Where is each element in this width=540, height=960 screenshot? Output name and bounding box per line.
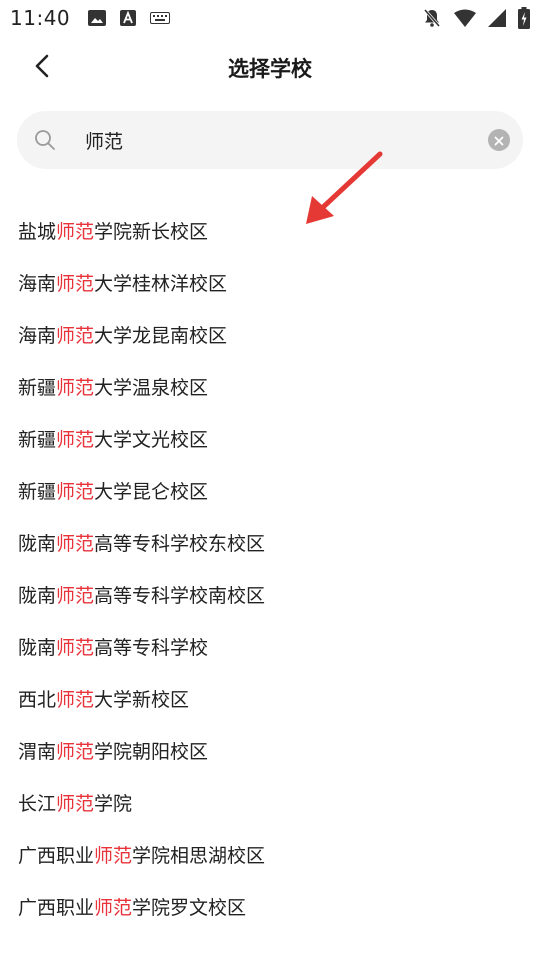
list-item[interactable]: 新疆 师范 大学文光校区 (0, 412, 540, 464)
item-match-highlight: 师范 (56, 428, 95, 451)
item-prefix: 新疆 (18, 376, 57, 399)
item-match-highlight: 师范 (56, 376, 95, 399)
item-suffix: 大学桂林洋校区 (94, 272, 228, 295)
item-prefix: 广西职业 (18, 896, 95, 919)
signal-icon (488, 9, 506, 27)
item-match-highlight: 师范 (56, 480, 95, 503)
item-match-highlight: 师范 (56, 272, 95, 295)
item-match-highlight: 师范 (94, 844, 133, 867)
text-a-icon (120, 10, 137, 26)
item-prefix: 新疆 (18, 428, 57, 451)
list-item[interactable]: 陇南 师范 高等专科学校东校区 (0, 516, 540, 568)
item-prefix: 长江 (18, 792, 57, 815)
item-prefix: 新疆 (18, 480, 57, 503)
status-right-icons (422, 0, 530, 36)
list-item[interactable]: 陇南 师范 高等专科学校南校区 (0, 568, 540, 620)
battery-icon (518, 7, 530, 29)
list-item[interactable]: 盐城 师范 学院新长校区 (0, 204, 540, 256)
item-suffix: 高等专科学校 (94, 636, 209, 659)
results-list: 盐城 师范 学院新长校区 海南 师范 大学桂林洋校区 海南 师范 大学龙昆南校区 新疆 师范大… (0, 204, 540, 932)
item-suffix: 大学新校区 (94, 688, 190, 711)
list-item[interactable]: 渭南 师范 学院朝阳校区 (0, 724, 540, 776)
item-match-highlight: 师范 (56, 220, 95, 243)
back-button[interactable] (22, 50, 62, 86)
item-prefix: 陇南 (18, 636, 57, 659)
item-match-highlight: 师范 (94, 896, 133, 919)
search-icon (34, 129, 56, 151)
item-prefix: 海南 (18, 272, 57, 295)
list-item[interactable]: 新疆 师范 大学昆仑校区 (0, 464, 540, 516)
item-suffix: 大学龙昆南校区 (94, 324, 228, 347)
clear-search-button[interactable] (488, 129, 510, 151)
wifi-icon (454, 9, 476, 27)
item-suffix: 学院罗文校区 (132, 896, 247, 919)
status-left-icons (88, 10, 171, 26)
item-match-highlight: 师范 (56, 636, 95, 659)
item-suffix: 学院相思湖校区 (132, 844, 266, 867)
image-icon (88, 10, 107, 26)
item-suffix: 高等专科学校南校区 (94, 584, 266, 607)
item-prefix: 西北 (18, 688, 57, 711)
page-title: 选择学校 (228, 57, 312, 81)
search-box[interactable] (17, 111, 523, 169)
item-suffix: 大学昆仑校区 (94, 480, 209, 503)
item-match-highlight: 师范 (56, 740, 95, 763)
item-prefix: 盐城 (18, 220, 57, 243)
bell-off-icon (422, 8, 442, 28)
list-item[interactable]: 广西职业 师范 学院罗文校区 (0, 880, 540, 932)
item-match-highlight: 师范 (56, 532, 95, 555)
list-item[interactable]: 新疆 师范 大学温泉校区 (0, 360, 540, 412)
keyboard-icon (150, 12, 171, 24)
item-suffix: 学院朝阳校区 (94, 740, 209, 763)
list-item[interactable]: 陇南 师范 高等专科学校 (0, 620, 540, 672)
list-item[interactable]: 广西职业 师范 学院相思湖校区 (0, 828, 540, 880)
item-match-highlight: 师范 (56, 688, 95, 711)
item-prefix: 陇南 (18, 584, 57, 607)
status-time: 11:40 (10, 6, 71, 30)
search-input[interactable] (85, 119, 485, 161)
chevron-left-icon (35, 54, 49, 82)
item-prefix: 渭南 (18, 740, 57, 763)
item-prefix: 广西职业 (18, 844, 95, 867)
item-suffix: 高等专科学校东校区 (94, 532, 266, 555)
list-item[interactable]: 长江 师范 学院 (0, 776, 540, 828)
item-match-highlight: 师范 (56, 324, 95, 347)
list-item[interactable]: 西北 师范 大学新校区 (0, 672, 540, 724)
clear-icon (494, 131, 504, 150)
item-match-highlight: 师范 (56, 584, 95, 607)
list-item[interactable]: 海南 师范 大学桂林洋校区 (0, 256, 540, 308)
item-suffix: 大学温泉校区 (94, 376, 209, 399)
item-suffix: 大学文光校区 (94, 428, 209, 451)
item-prefix: 海南 (18, 324, 57, 347)
list-item[interactable]: 海南 师范 大学龙昆南校区 (0, 308, 540, 360)
item-suffix: 学院新长校区 (94, 220, 209, 243)
item-match-highlight: 师范 (56, 792, 95, 815)
app-header: 选择学校 (0, 40, 540, 96)
status-bar: 11:40 (0, 0, 540, 36)
item-suffix: 学院 (94, 792, 133, 815)
item-prefix: 陇南 (18, 532, 57, 555)
